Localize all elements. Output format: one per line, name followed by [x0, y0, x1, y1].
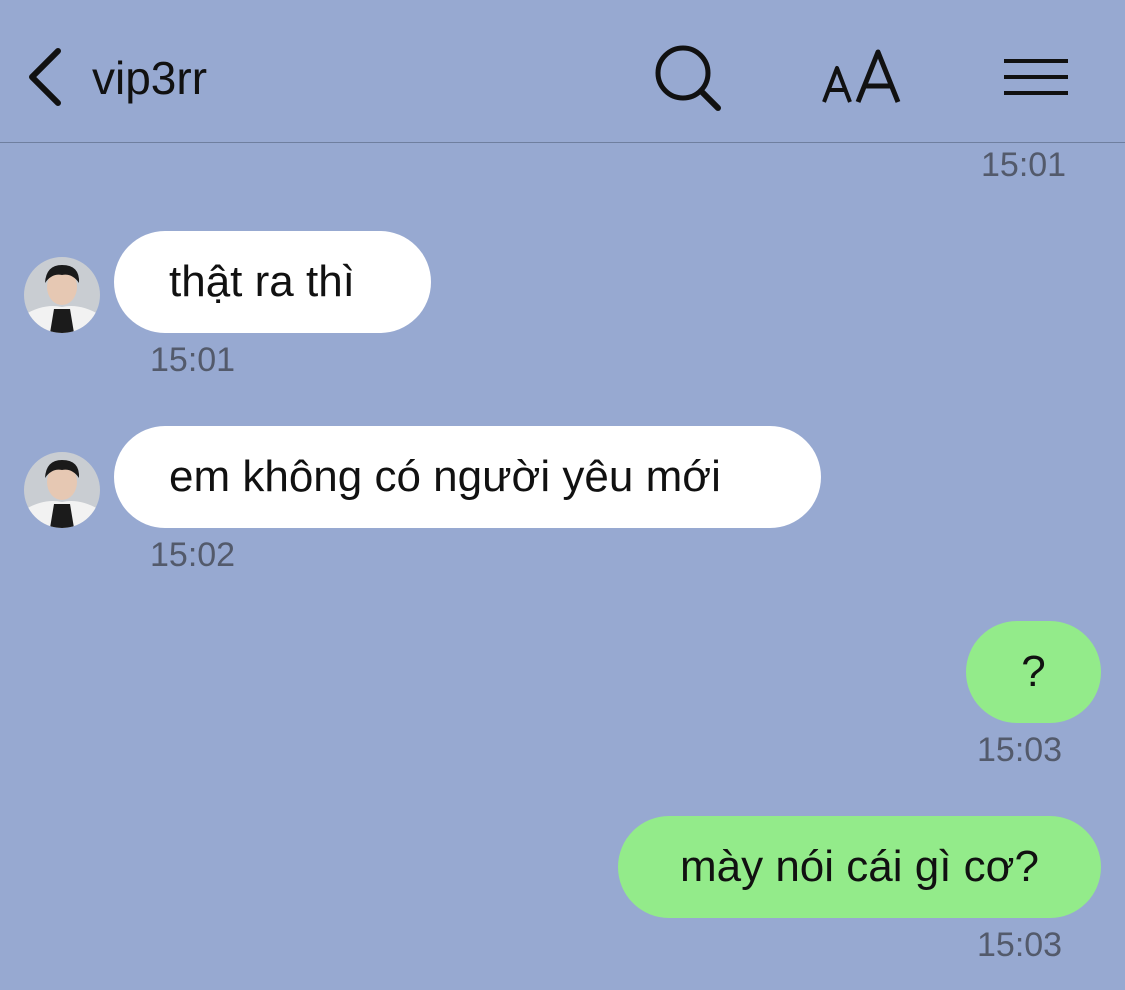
- menu-button[interactable]: [1000, 55, 1072, 103]
- search-button[interactable]: [652, 44, 724, 114]
- back-button[interactable]: [22, 45, 72, 109]
- search-icon: [655, 45, 721, 111]
- chevron-left-icon: [29, 48, 61, 106]
- message-bubble-outgoing[interactable]: mày nói cái gì cơ?: [618, 816, 1101, 918]
- avatar-icon: [24, 452, 100, 528]
- chat-title: vip3rr: [92, 52, 208, 104]
- avatar[interactable]: [24, 257, 100, 333]
- message-bubble-incoming[interactable]: thật ra thì: [114, 231, 431, 333]
- message-bubble-incoming[interactable]: em không có người yêu mới: [114, 426, 821, 528]
- message-time: 15:03: [977, 926, 1063, 964]
- avatar[interactable]: [24, 452, 100, 528]
- message-bubble-outgoing[interactable]: ?: [966, 621, 1101, 723]
- font-size-button[interactable]: [820, 48, 904, 108]
- message-time: 15:02: [150, 536, 236, 574]
- menu-icon: [1004, 59, 1068, 95]
- message-time: 15:01: [150, 341, 236, 379]
- font-size-icon: [822, 49, 901, 103]
- message-time: 15:01: [981, 146, 1067, 184]
- chat-header: vip3rr: [0, 0, 1125, 143]
- avatar-icon: [24, 257, 100, 333]
- message-time: 15:03: [977, 731, 1063, 769]
